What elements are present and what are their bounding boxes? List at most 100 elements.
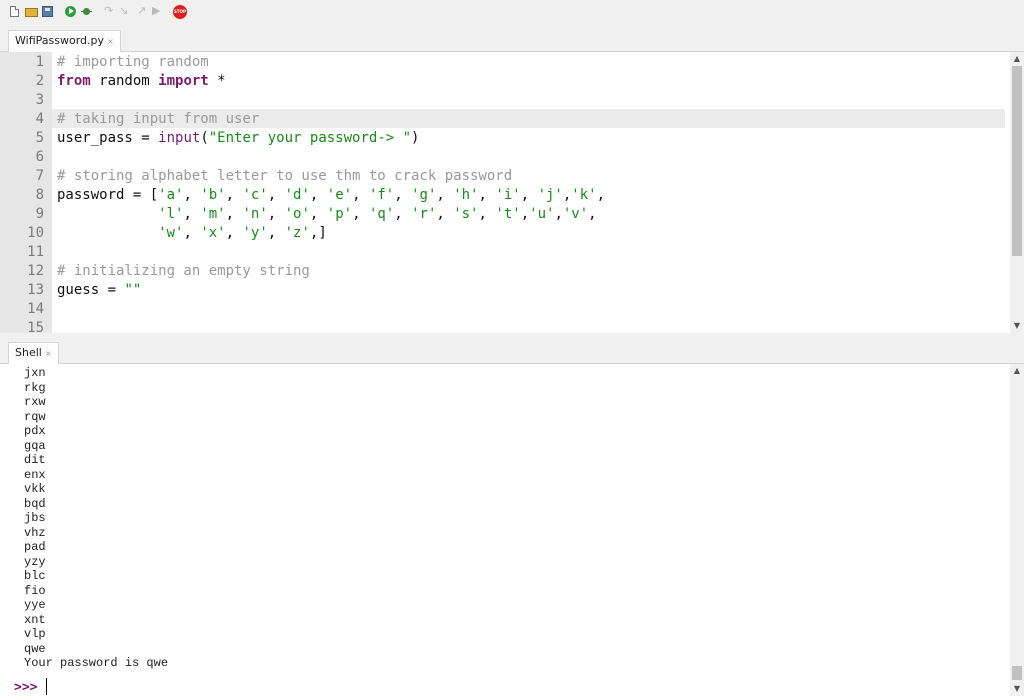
code-token: 'b'	[200, 187, 226, 203]
run-icon[interactable]	[65, 6, 76, 17]
code-token: 'n'	[242, 206, 268, 222]
tab-close-icon[interactable]: ×	[45, 349, 52, 358]
line-number: 15	[27, 320, 44, 333]
code-token: 'u'	[529, 206, 555, 222]
tab-label: Shell	[15, 346, 42, 359]
scroll-down-icon[interactable]: ▼	[1010, 683, 1024, 695]
shell-output-line: qwe	[24, 641, 46, 656]
tab-shell[interactable]: Shell ×	[8, 342, 59, 364]
code-token: "Enter your password-> "	[208, 130, 412, 146]
code-token: 'c'	[242, 187, 268, 203]
code-area[interactable]: # importing random from random import * # …	[52, 52, 1010, 333]
code-token: ,	[309, 206, 327, 222]
code-token: 'k'	[571, 187, 597, 203]
code-token: 'z'	[284, 225, 310, 241]
code-token: ,	[183, 187, 201, 203]
code-token: ,	[478, 187, 496, 203]
code-token: ,	[394, 187, 412, 203]
code-token: ,]	[309, 225, 327, 241]
code-token: # importing random	[57, 54, 209, 70]
code-token: ,	[309, 187, 327, 203]
code-line: # importing random	[57, 53, 209, 72]
code-token: *	[208, 73, 226, 89]
line-number: 12	[27, 263, 44, 279]
line-number: 3	[35, 92, 44, 108]
pane-splitter[interactable]	[0, 333, 1024, 340]
shell-output-line: dit	[24, 453, 46, 467]
code-token: 't'	[495, 206, 521, 222]
shell-tab-bar: Shell ×	[0, 340, 1024, 364]
code-token: 'q'	[368, 206, 395, 222]
editor-scroll-thumb[interactable]	[1012, 66, 1022, 256]
line-number: 1	[35, 54, 44, 70]
code-line: password = ['a', 'b', 'c', 'd', 'e', 'f'…	[57, 186, 605, 205]
code-token: ,	[267, 225, 285, 241]
tab-wifipassword[interactable]: WifiPassword.py ×	[8, 30, 121, 52]
code-token: 'v'	[562, 206, 589, 222]
code-token: ,	[225, 225, 243, 241]
code-editor[interactable]: 1 2 3 4 5 6 7 8 9 10 11 12 13 14 15 # importing random…	[0, 52, 1024, 333]
code-token: ,	[352, 206, 369, 222]
code-line: 'l', 'm', 'n', 'o', 'p', 'q', 'r', 's', …	[57, 205, 596, 224]
scroll-up-icon[interactable]: ▲	[1010, 53, 1024, 65]
toolbar: ↷ ↘ ↗ ▶	[0, 0, 1024, 26]
code-token: 'r'	[411, 206, 437, 222]
shell-output-line: rkg	[24, 380, 46, 395]
open-file-icon[interactable]	[25, 8, 38, 17]
shell-output-line: pad	[24, 540, 46, 554]
scroll-up-icon[interactable]: ▲	[1010, 365, 1024, 377]
step-into-icon: ↘	[119, 4, 129, 17]
line-number: 9	[35, 206, 44, 222]
tab-label: WifiPassword.py	[15, 34, 104, 47]
code-token: guess =	[57, 282, 125, 298]
shell-console[interactable]: >>> jxn rkg rxw rqw pdx gqa dit enx vkk bqd jbs vhz…	[0, 364, 1010, 696]
code-token: 'o'	[284, 206, 310, 222]
debug-icon[interactable]	[81, 6, 92, 17]
code-token: ,	[436, 187, 454, 203]
code-line: from random import *	[57, 72, 226, 91]
code-token: ,	[267, 187, 285, 203]
code-token: 'e'	[326, 187, 353, 203]
line-number: 11	[27, 244, 44, 260]
code-token: # taking input from user	[57, 111, 260, 127]
shell-output-line: rxw	[24, 395, 46, 409]
line-number: 6	[35, 149, 44, 165]
code-token: from	[57, 73, 91, 89]
code-token: # initializing an empty string	[57, 263, 310, 279]
code-token: ,	[596, 187, 606, 203]
stop-icon[interactable]	[173, 5, 187, 19]
code-token: 'p'	[326, 206, 353, 222]
code-line: 'w', 'x', 'y', 'z',]	[57, 224, 327, 243]
code-token: ,	[554, 206, 563, 222]
code-token: ,	[520, 187, 538, 203]
shell-output-line: vhz	[24, 525, 46, 540]
code-token: ,	[225, 187, 243, 203]
shell-output-line: jbs	[24, 511, 46, 525]
code-token: ,	[436, 206, 454, 222]
code-token: 'm'	[200, 206, 226, 222]
new-file-icon[interactable]	[10, 6, 19, 17]
shell-output-line: gqa	[24, 438, 46, 453]
step-out-icon: ↗	[137, 4, 147, 17]
code-token: 'j'	[537, 187, 563, 203]
shell-output-line: fio	[24, 583, 46, 598]
code-token: # storing alphabet letter to use thm to …	[57, 168, 513, 184]
code-token: 'i'	[495, 187, 521, 203]
shell-scroll-thumb[interactable]	[1012, 666, 1022, 680]
editor-scrollbar[interactable]: ▲ ▼	[1010, 52, 1024, 333]
scroll-down-icon[interactable]: ▼	[1010, 320, 1024, 332]
resume-icon: ▶	[152, 4, 161, 17]
tab-close-icon[interactable]: ×	[107, 37, 114, 46]
shell-scrollbar[interactable]: ▲ ▼	[1010, 364, 1024, 696]
code-token: ,	[352, 187, 369, 203]
code-token: 'd'	[284, 187, 310, 203]
code-token: 's'	[453, 206, 479, 222]
code-token: 'y'	[242, 225, 268, 241]
save-file-icon[interactable]	[42, 6, 53, 17]
line-number: 8	[35, 187, 44, 203]
code-token: ""	[124, 282, 142, 298]
code-token: ,	[394, 206, 412, 222]
code-line: # initializing an empty string	[57, 262, 310, 281]
shell-output-line: xnt	[24, 612, 46, 627]
